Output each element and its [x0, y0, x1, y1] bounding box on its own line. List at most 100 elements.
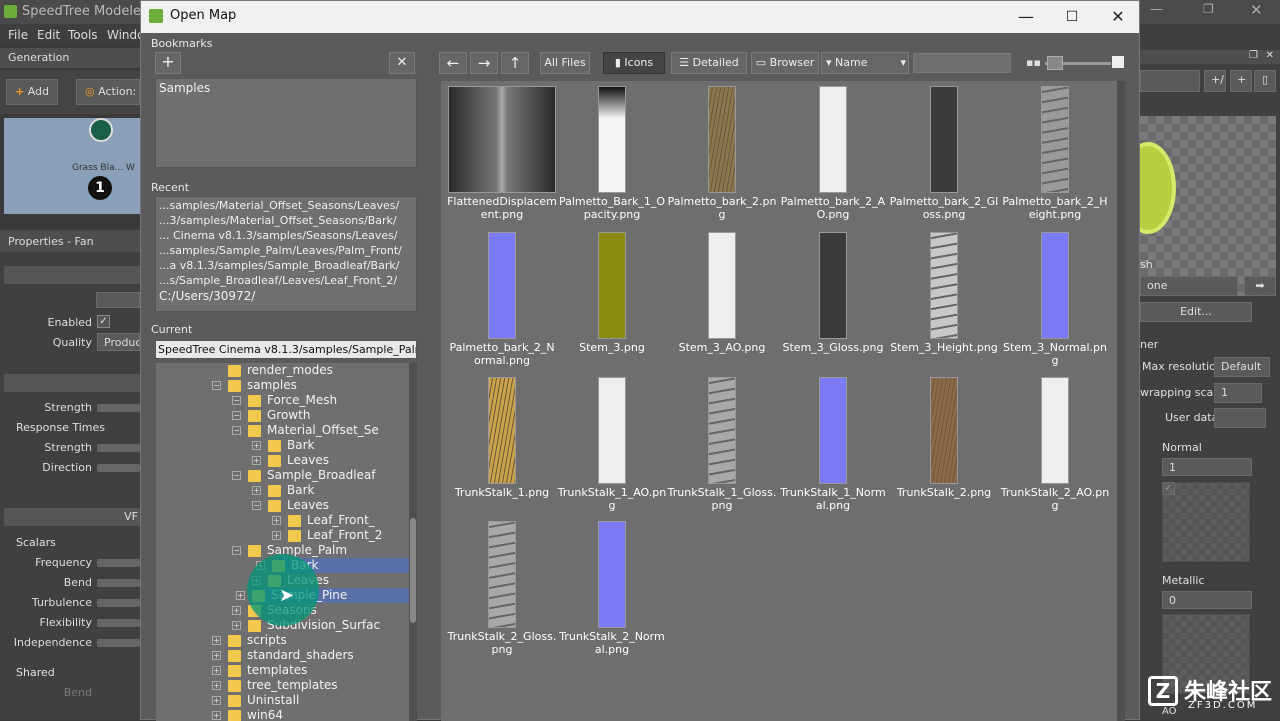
expand-icon[interactable]: +	[272, 516, 281, 525]
tree-item[interactable]: + standard_shaders	[186, 648, 412, 663]
file-thumbnail[interactable]: FlattenedDisplacement.png	[447, 86, 557, 221]
tree-item[interactable]: + Leaf_Front_2	[246, 528, 412, 543]
tree-item[interactable]: − samples	[186, 378, 412, 393]
tree-item[interactable]: − Force_Mesh	[206, 393, 412, 408]
wrapping-scale-input[interactable]: 1	[1214, 383, 1262, 403]
tree-item[interactable]: + Leaf_Front_	[246, 513, 412, 528]
recent-item[interactable]: ...3/samples/Material_Offset_Seasons/Bar…	[159, 213, 413, 228]
tree-item[interactable]: + Leaves	[226, 453, 412, 468]
expand-icon[interactable]: +	[232, 621, 241, 630]
collapse-icon[interactable]: −	[212, 381, 221, 390]
expand-icon[interactable]: +	[212, 681, 221, 690]
normal-value-input[interactable]: 1	[1162, 458, 1252, 476]
expand-icon[interactable]: +	[256, 561, 265, 570]
file-thumbnail[interactable]: Stem_3_Height.png	[889, 232, 999, 354]
recent-item[interactable]: ...samples/Sample_Palm/Leaves/Palm_Front…	[159, 243, 413, 258]
minimize-icon[interactable]: —	[1003, 1, 1049, 33]
file-thumbnail[interactable]: Palmetto_bark_2_Normal.png	[447, 232, 557, 367]
direction-slider[interactable]	[97, 464, 140, 472]
material-select[interactable]	[1140, 70, 1200, 92]
tree-scrollbar[interactable]	[409, 363, 417, 721]
recent-item[interactable]: C:/Users/30972/	[159, 288, 413, 304]
metallic-value-input[interactable]: 0	[1162, 591, 1252, 609]
all-files-button[interactable]: All Files	[540, 52, 590, 74]
close-icon[interactable]: ✕	[1250, 1, 1263, 19]
maximize-icon[interactable]: ☐	[1049, 1, 1095, 33]
tree-item[interactable]: + Leaves	[226, 573, 412, 588]
tree-item[interactable]: + win64	[186, 708, 412, 721]
file-thumbnail[interactable]: TrunkStalk_2_Normal.png	[557, 521, 667, 656]
menu-window[interactable]: Windo	[107, 28, 145, 42]
frequency-slider[interactable]	[97, 559, 140, 567]
tree-item[interactable]: + Subdivision_Surfac	[206, 618, 412, 633]
expand-icon[interactable]: +	[212, 666, 221, 675]
close-icon[interactable]: ✕	[1095, 1, 1141, 33]
current-path-field[interactable]: SpeedTree Cinema v8.1.3/samples/Sample_P…	[155, 340, 417, 359]
file-thumbnail[interactable]: TrunkStalk_2.png	[889, 377, 999, 499]
expand-icon[interactable]: +	[252, 456, 261, 465]
file-thumbnail[interactable]: TrunkStalk_1_AO.png	[557, 377, 667, 512]
expand-icon[interactable]: +	[236, 591, 245, 600]
menu-tools[interactable]: Tools	[68, 28, 98, 42]
file-thumbnail[interactable]: Palmetto_bark_2_AO.png	[778, 86, 888, 221]
collapse-icon[interactable]: −	[232, 471, 241, 480]
thumbnail-size-handle[interactable]	[1047, 56, 1063, 70]
tree-item[interactable]: − Sample_Palm	[206, 543, 412, 558]
file-thumbnail[interactable]: Palmetto_bark_2_Gloss.png	[889, 86, 999, 221]
tree-item[interactable]: + Uninstall	[186, 693, 412, 708]
mesh-select[interactable]: one	[1140, 276, 1238, 296]
tree-item[interactable]: + templates	[186, 663, 412, 678]
quality-select[interactable]: Product	[97, 333, 140, 351]
collapse-icon[interactable]: −	[252, 501, 261, 510]
collapse-icon[interactable]: −	[232, 546, 241, 555]
actions-button[interactable]: ◎ Action:	[76, 79, 140, 105]
restore-icon[interactable]: ❐	[1203, 2, 1214, 16]
normal-map-slot[interactable]	[1162, 482, 1250, 562]
strength-slider[interactable]	[97, 404, 140, 412]
file-thumbnail[interactable]: TrunkStalk_1_Normal.png	[778, 377, 888, 512]
browser-view-button[interactable]: ▭ Browser	[751, 52, 819, 74]
copy-icon[interactable]: ▯	[1254, 70, 1276, 92]
tree-item[interactable]: + tree_templates	[186, 678, 412, 693]
icons-view-button[interactable]: ▮ Icons	[603, 52, 665, 74]
blank-button[interactable]	[96, 292, 140, 308]
tree-item[interactable]: + Bark	[256, 558, 412, 573]
menu-file[interactable]: File	[8, 28, 28, 42]
bookmark-item-samples[interactable]: Samples	[156, 79, 416, 97]
flexibility-slider[interactable]	[97, 619, 140, 627]
recent-item[interactable]: ...a v8.1.3/samples/Sample_Broadleaf/Bar…	[159, 258, 413, 273]
thumbnail-size-slider[interactable]	[1045, 56, 1111, 70]
recent-item[interactable]: ...samples/Material_Offset_Seasons/Leave…	[159, 198, 413, 213]
expand-icon[interactable]: +	[212, 711, 221, 720]
file-thumbnail[interactable]: Stem_3_AO.png	[667, 232, 777, 354]
collapse-icon[interactable]: −	[232, 411, 241, 420]
tree-item[interactable]: − Leaves	[226, 498, 412, 513]
file-thumbnail[interactable]: Palmetto_bark_2.png	[667, 86, 777, 221]
file-thumbnail[interactable]: TrunkStalk_1_Gloss.png	[667, 377, 777, 512]
tree-item[interactable]: − Material_Offset_Se	[206, 423, 412, 438]
add-material-button[interactable]: +	[1230, 70, 1252, 92]
add-button[interactable]: + Add	[6, 79, 59, 105]
tree-item[interactable]: − Growth	[206, 408, 412, 423]
panel-close-icon[interactable]: ✕	[1266, 50, 1274, 61]
expand-icon[interactable]: +	[212, 636, 221, 645]
remove-bookmark-button[interactable]: ✕	[389, 52, 415, 74]
add-bookmark-button[interactable]: +	[155, 52, 181, 74]
file-thumbnail[interactable]: Palmetto_Bark_1_Opacity.png	[557, 86, 667, 221]
edit-button[interactable]: Edit...	[1140, 302, 1252, 322]
filter-input[interactable]	[913, 53, 1011, 73]
expand-icon[interactable]: +	[212, 696, 221, 705]
file-thumbnail[interactable]: TrunkStalk_2_Gloss.png	[447, 521, 557, 656]
recent-item[interactable]: ... Cinema v8.1.3/samples/Seasons/Leaves…	[159, 228, 413, 243]
file-thumbnail[interactable]: Stem_3.png	[557, 232, 667, 354]
float-icon[interactable]: ❐	[1249, 50, 1258, 61]
file-thumbnail[interactable]: Palmetto_bark_2_Height.png	[1000, 86, 1110, 221]
expand-icon[interactable]: +	[272, 531, 281, 540]
expand-icon[interactable]: +	[232, 606, 241, 615]
tree-item[interactable]: + Sample_Pine	[236, 588, 412, 603]
sort-select[interactable]: ▾ Name ▾	[821, 52, 909, 74]
slash-button[interactable]: +/	[1204, 70, 1226, 92]
response-strength-slider[interactable]	[97, 444, 140, 452]
independence-slider[interactable]	[97, 639, 140, 647]
minimize-icon[interactable]: —	[1150, 2, 1163, 17]
